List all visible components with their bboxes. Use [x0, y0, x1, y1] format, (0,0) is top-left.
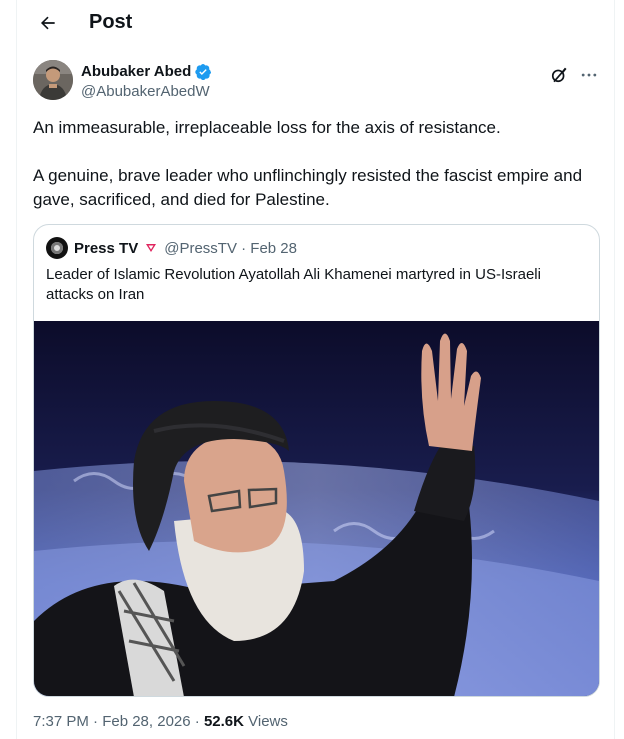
quote-handle-date: @PressTV · Feb 28	[164, 239, 297, 257]
grok-button[interactable]	[548, 64, 570, 86]
grok-icon	[551, 67, 567, 83]
page-header: Post	[17, 0, 614, 46]
quote-header: Press TV @PressTV · Feb 28	[46, 237, 297, 259]
views-count: 52.6K	[203, 713, 244, 730]
avatar[interactable]	[33, 60, 73, 100]
author-row: Abubaker Abed @AbubakerAbedW	[33, 60, 600, 104]
name-line: Abubaker Abed	[81, 62, 212, 82]
author-name[interactable]: Abubaker Abed	[81, 62, 191, 82]
more-horizontal-icon	[581, 73, 597, 77]
post-page: Post Abubaker Abed @AbubakerAbedW An imm…	[16, 0, 615, 739]
more-button[interactable]	[578, 64, 600, 86]
post-meta: 7:37 PM · Feb 28, 2026 · 52.6K Views	[33, 712, 288, 732]
quote-avatar	[46, 237, 68, 259]
post-timestamp[interactable]: 7:37 PM · Feb 28, 2026 ·	[33, 713, 204, 730]
page-title: Post	[89, 11, 133, 33]
views-label: Views	[243, 713, 288, 730]
tweet-paragraph: An immeasurable, irreplaceable loss for …	[33, 118, 501, 137]
back-button[interactable]	[31, 6, 65, 40]
arrow-left-icon	[40, 16, 55, 30]
quote-media-image[interactable]	[34, 321, 599, 696]
quote-text: Leader of Islamic Revolution Ayatollah A…	[46, 266, 541, 303]
verified-badge-icon	[194, 63, 212, 81]
tweet-paragraph: A genuine, brave leader who unflinchingl…	[33, 166, 583, 209]
quote-author-name: Press TV	[74, 239, 139, 257]
tweet-text: An immeasurable, irreplaceable loss for …	[33, 116, 593, 236]
author-handle[interactable]: @AbubakerAbedW	[81, 82, 210, 102]
quoted-post[interactable]: Press TV @PressTV · Feb 28 Leader of Isl…	[33, 224, 600, 697]
affiliate-badge-icon	[144, 241, 158, 255]
